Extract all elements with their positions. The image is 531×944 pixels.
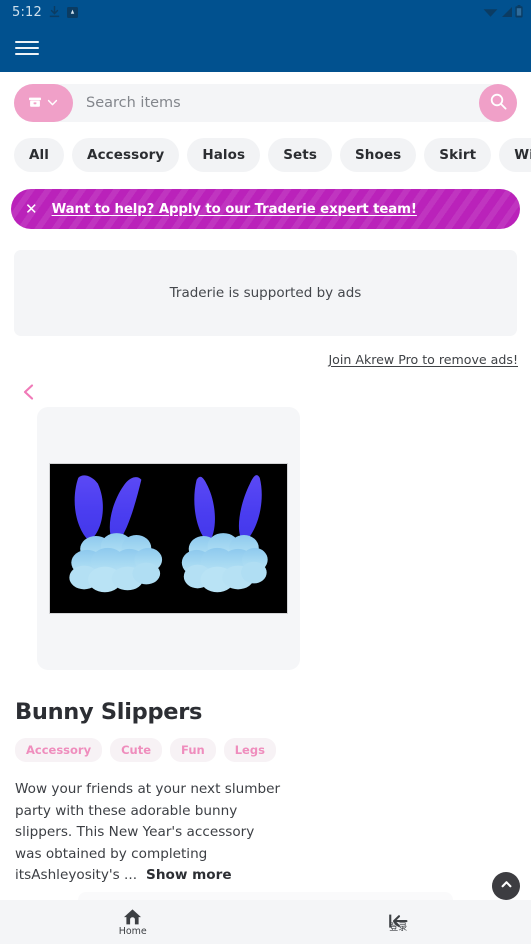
app-bar bbox=[0, 24, 531, 72]
search-submit-button[interactable] bbox=[479, 84, 517, 122]
battery-icon bbox=[515, 3, 523, 22]
show-more-button[interactable]: Show more bbox=[146, 867, 232, 883]
category-chip-list[interactable]: All Accessory Halos Sets Shoes Skirt Win… bbox=[0, 122, 531, 172]
bottom-navigation-bar: Home 登录 bbox=[0, 900, 531, 944]
nav-item-login[interactable]: 登录 bbox=[266, 900, 531, 944]
ad-placeholder: Traderie is supported by ads bbox=[14, 250, 517, 336]
product-title: Bunny Slippers bbox=[15, 699, 203, 725]
category-chip-accessory[interactable]: Accessory bbox=[72, 138, 180, 172]
status-bar-right bbox=[483, 3, 523, 22]
bunny-slippers-image bbox=[49, 463, 288, 614]
join-pro-link[interactable]: Join Akrew Pro to remove ads! bbox=[328, 352, 518, 367]
sheet-edge-decoration bbox=[78, 892, 453, 900]
category-chip-sets[interactable]: Sets bbox=[268, 138, 332, 172]
category-chip-skirt[interactable]: Skirt bbox=[424, 138, 492, 172]
category-chip-wings[interactable]: Wings bbox=[499, 138, 531, 172]
app-screen: 5:12 Search items All Accessory Halos Se… bbox=[0, 0, 531, 944]
tag-accessory[interactable]: Accessory bbox=[15, 738, 103, 762]
search-bar bbox=[14, 84, 517, 122]
tag-legs[interactable]: Legs bbox=[223, 738, 276, 762]
ad-placeholder-text: Traderie is supported by ads bbox=[169, 285, 362, 301]
status-bar: 5:12 bbox=[0, 0, 531, 24]
promo-banner-link[interactable]: Want to help? Apply to our Traderie expe… bbox=[52, 202, 417, 217]
product-image-card[interactable] bbox=[37, 407, 300, 670]
back-row bbox=[0, 368, 531, 402]
promo-banner: ✕ Want to help? Apply to our Traderie ex… bbox=[11, 189, 520, 229]
chevron-left-icon[interactable] bbox=[19, 382, 39, 402]
signal-icon bbox=[500, 3, 513, 22]
chevron-down-icon bbox=[46, 94, 59, 113]
wifi-icon bbox=[483, 3, 498, 22]
ad-remove-row: Join Akrew Pro to remove ads! bbox=[0, 336, 531, 368]
chevron-up-icon bbox=[499, 877, 514, 896]
status-time: 5:12 bbox=[12, 4, 42, 20]
nav-item-home[interactable]: Home bbox=[0, 900, 266, 944]
home-icon bbox=[123, 907, 142, 926]
scroll-to-top-button[interactable] bbox=[492, 872, 520, 900]
search-type-selector[interactable] bbox=[14, 84, 73, 122]
category-chip-shoes[interactable]: Shoes bbox=[339, 138, 417, 172]
close-icon[interactable]: ✕ bbox=[25, 201, 38, 217]
download-icon bbox=[49, 3, 60, 22]
app-icon bbox=[67, 3, 78, 22]
product-tag-list: Accessory Cute Fun Legs bbox=[15, 738, 531, 762]
tag-cute[interactable]: Cute bbox=[110, 738, 163, 762]
search-input[interactable] bbox=[86, 95, 465, 111]
nav-label-home: Home bbox=[118, 926, 147, 938]
category-chip-all[interactable]: All bbox=[14, 138, 65, 172]
category-chip-halos[interactable]: Halos bbox=[187, 138, 261, 172]
product-description: Wow your friends at your next slumber pa… bbox=[15, 779, 283, 887]
tag-fun[interactable]: Fun bbox=[170, 738, 216, 762]
search-section bbox=[0, 72, 531, 122]
search-icon bbox=[489, 92, 508, 114]
status-bar-left: 5:12 bbox=[12, 3, 78, 22]
hamburger-menu-icon[interactable] bbox=[10, 31, 44, 65]
box-icon bbox=[28, 94, 42, 113]
nav-label-login: 登录 bbox=[389, 923, 408, 933]
